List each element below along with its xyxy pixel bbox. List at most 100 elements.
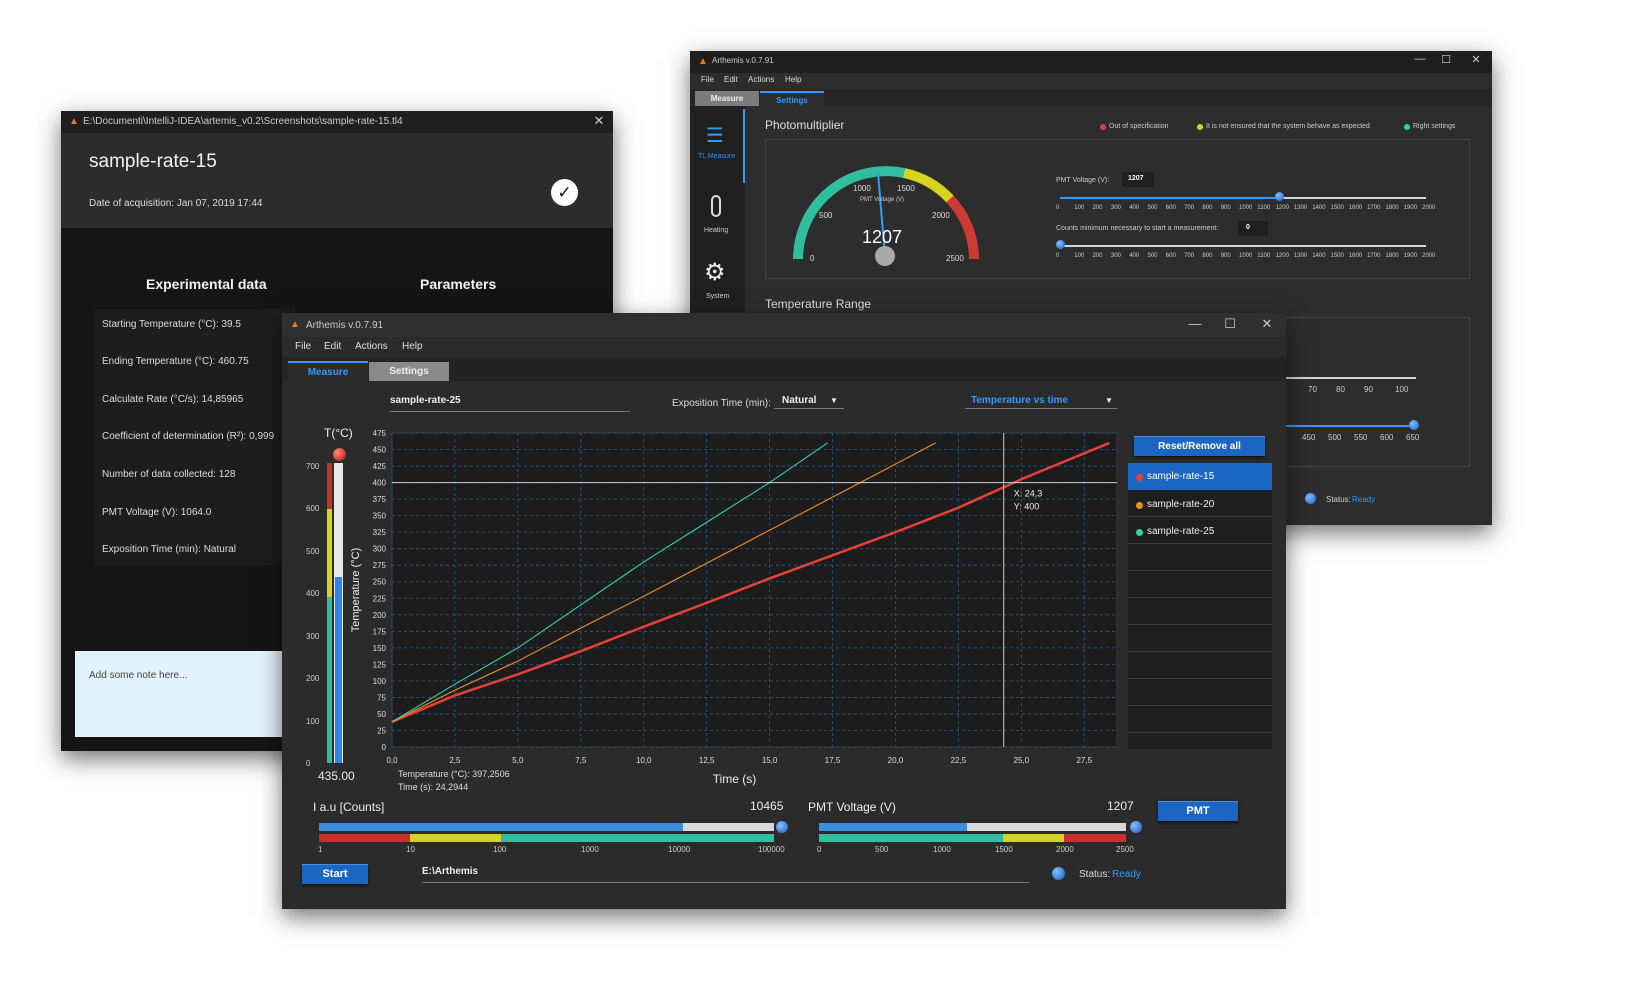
pmt-slider-ticks: 0 100 200 300 400 500 600 700 800 900 1000 1100 1200… — [1056, 205, 1435, 215]
pmt-voltage-field[interactable]: 1207 — [1122, 172, 1154, 187]
close-icon[interactable]: ✕ — [1259, 316, 1275, 332]
thermo-fill — [335, 577, 342, 763]
y-tick-label: 475 — [373, 429, 387, 438]
gear-icon: ⚙ — [704, 259, 726, 286]
range-tick: 600 — [1380, 433, 1394, 442]
menu-help[interactable]: Help — [402, 341, 423, 352]
close-icon[interactable]: ✕ — [1468, 53, 1484, 66]
settings-title: Arthemis v.0.7.91 — [712, 56, 774, 65]
menu-edit[interactable]: Edit — [724, 75, 738, 84]
tab-settings[interactable]: Settings — [760, 91, 824, 106]
exposition-select[interactable]: Natural ▼ — [774, 391, 844, 409]
thermo-tick: 300 — [306, 631, 320, 641]
legend-red: Out of specification — [1109, 123, 1169, 130]
temperature-chart[interactable]: 0 25 50 75 100 125 150 175 200 225 250 275 300 325 350… — [342, 423, 1132, 793]
pmt-button[interactable]: PMT — [1158, 801, 1238, 821]
menu-help[interactable]: Help — [785, 75, 801, 84]
y-tick-label: 200 — [373, 611, 387, 620]
menu-actions[interactable]: Actions — [355, 341, 388, 352]
y-tick-label: 250 — [373, 578, 387, 587]
slider-tick: 1500 — [1330, 253, 1344, 259]
y-tick-label: 225 — [373, 594, 387, 603]
range-slider-a[interactable] — [1286, 377, 1416, 379]
counts-field[interactable]: 0 — [1238, 221, 1268, 236]
slider-tick: 1400 — [1312, 205, 1326, 211]
y-tick-label: 425 — [373, 462, 387, 471]
gauge-tick: 1000 — [853, 184, 871, 193]
x-tick-label: 25,0 — [1014, 756, 1030, 765]
slider-tick: 1700 — [1367, 253, 1381, 259]
minimize-icon[interactable]: — — [1412, 53, 1428, 65]
slider-tick: 1900 — [1403, 253, 1418, 259]
maximize-icon[interactable]: ☐ — [1222, 316, 1238, 332]
y-tick-label: 125 — [373, 660, 387, 669]
range-knob[interactable] — [1409, 420, 1419, 430]
menu-file[interactable]: File — [701, 75, 714, 84]
x-tick-label: 7,5 — [575, 756, 587, 765]
y-tick-label: 300 — [373, 545, 387, 554]
nav-tl-measure[interactable]: ☰ TL Measure — [690, 109, 745, 183]
pmt-voltage-knob[interactable] — [1275, 192, 1284, 201]
main-window: ▲ Arthemis v.0.7.91 — ☐ ✕ File Edit Acti… — [282, 313, 1286, 909]
thermo-tick: 600 — [306, 504, 320, 514]
nav-label: Heating — [704, 227, 729, 234]
menu-actions[interactable]: Actions — [748, 75, 774, 84]
x-tick-label: 2,5 — [449, 756, 461, 765]
pmt-knob[interactable] — [1130, 821, 1142, 833]
menu-edit[interactable]: Edit — [324, 341, 341, 352]
x-tick-label: 27,5 — [1076, 756, 1092, 765]
list-item-sample-rate-25[interactable]: sample-rate-25 — [1128, 518, 1272, 545]
range-slider-b[interactable] — [1286, 425, 1416, 427]
counts-slider-ticks: 0 100 200 300 400 500 600 700 800 900 1000 1100 1200… — [1056, 253, 1435, 263]
nav-label: System — [706, 293, 730, 300]
sample-name: sample-rate-15 — [89, 151, 217, 172]
tab-measure[interactable]: Measure — [695, 91, 759, 106]
sample-name-field[interactable]: sample-rate-25 — [390, 395, 630, 412]
pmt-bar-fill — [819, 823, 967, 831]
counts-scale-green — [501, 834, 774, 842]
counts-slider[interactable] — [1060, 245, 1426, 247]
counts-knob[interactable] — [1056, 240, 1065, 249]
data-row: Ending Temperature (°C): 460.75 — [102, 356, 249, 367]
path-field[interactable]: E:\Arthemis — [422, 866, 1029, 883]
y-tick-label: 400 — [373, 479, 387, 488]
list-item-sample-rate-20[interactable]: sample-rate-20 — [1128, 491, 1272, 518]
slider-tick: 1600 — [1348, 205, 1363, 211]
pmt-tick: 1500 — [995, 845, 1013, 854]
y-tick-label: 50 — [377, 710, 386, 719]
range-tick: 650 — [1406, 433, 1420, 442]
gauge-tick: 0 — [810, 254, 815, 263]
counts-knob[interactable] — [776, 821, 788, 833]
app-icon: ▲ — [698, 56, 708, 67]
menu-file[interactable]: File — [295, 341, 311, 352]
slider-tick: 500 — [1147, 253, 1158, 259]
slider-tick: 1100 — [1257, 205, 1271, 211]
y-tick-label: 150 — [373, 644, 387, 653]
reset-remove-button[interactable]: Reset/Remove all — [1134, 436, 1265, 456]
chevron-down-icon: ▼ — [1105, 396, 1113, 405]
list-item-sample-rate-15[interactable]: sample-rate-15 — [1128, 463, 1272, 490]
start-button[interactable]: Start — [302, 864, 368, 884]
slider-tick: 400 — [1129, 205, 1140, 211]
maximize-icon[interactable]: ☐ — [1438, 53, 1454, 66]
slider-tick: 2000 — [1422, 253, 1436, 259]
pmt-tick: 2000 — [1056, 845, 1074, 854]
plot-area — [391, 432, 1118, 748]
chart-select[interactable]: Temperature vs time ▼ — [965, 391, 1117, 409]
slider-tick: 700 — [1184, 253, 1195, 259]
pmt-voltage-label: PMT Voltage (V): — [1056, 177, 1110, 184]
slider-tick: 900 — [1220, 205, 1231, 211]
slider-tick: 1100 — [1257, 253, 1271, 259]
sample-label: sample-rate-25 — [1147, 526, 1215, 537]
thermo-scale-green — [327, 597, 332, 763]
counts-scale-red — [319, 834, 410, 842]
nav-heating[interactable]: Heating — [690, 191, 745, 251]
check-icon: ✓ — [551, 179, 578, 206]
nav-system[interactable]: ⚙ System — [690, 258, 745, 318]
pmt-tick: 500 — [875, 845, 889, 854]
tab-settings[interactable]: Settings — [369, 362, 449, 381]
tab-measure[interactable]: Measure — [288, 361, 368, 381]
minimize-icon[interactable]: — — [1187, 316, 1203, 331]
legend-green-dot — [1404, 124, 1410, 130]
close-icon[interactable]: ✕ — [591, 113, 607, 129]
